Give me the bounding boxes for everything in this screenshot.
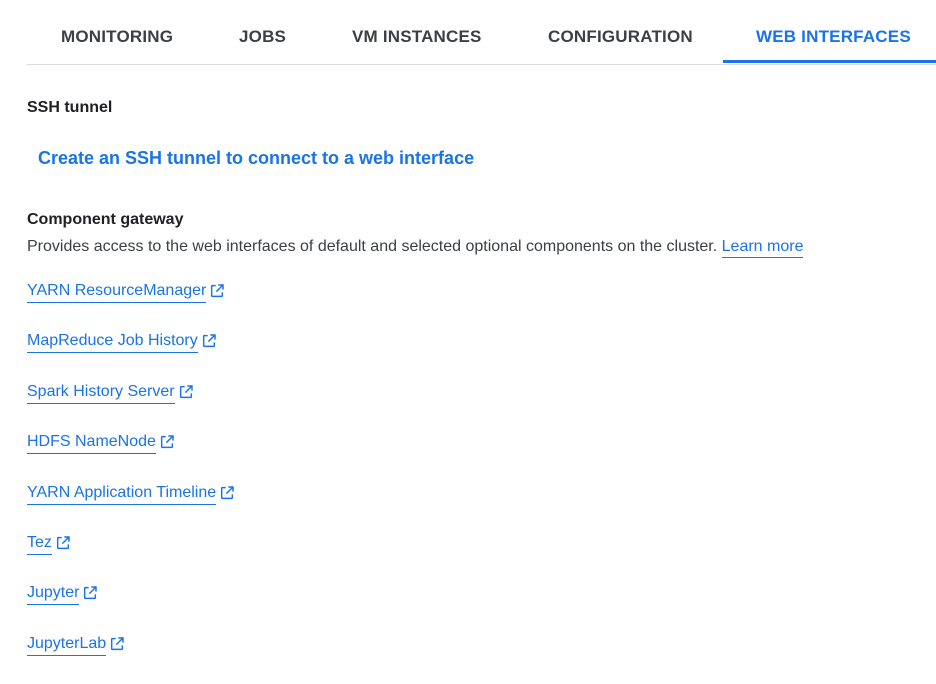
web-interface-link[interactable]: JupyterLab (27, 635, 125, 656)
page: MONITORING JOBS VM INSTANCES CONFIGURATI… (0, 0, 936, 684)
web-interface-link[interactable]: Spark History Server (27, 383, 194, 404)
tab-configuration[interactable]: CONFIGURATION (548, 12, 693, 62)
list-item: MapReduce Job History (27, 332, 235, 382)
web-interface-link[interactable]: YARN Application Timeline (27, 484, 235, 505)
web-interface-link[interactable]: Jupyter (27, 584, 98, 606)
list-item: YARN Application Timeline (27, 484, 235, 534)
tab-vm-instances[interactable]: VM INSTANCES (352, 12, 482, 62)
open-in-new-icon (159, 434, 175, 450)
open-in-new-icon (55, 535, 71, 551)
create-ssh-tunnel-link[interactable]: Create an SSH tunnel to connect to a web… (38, 148, 474, 169)
web-interface-link[interactable]: MapReduce Job History (27, 332, 217, 354)
web-interface-link[interactable]: HDFS NameNode (27, 433, 175, 455)
web-interface-link-label: YARN Application Timeline (27, 484, 217, 505)
open-in-new-icon (109, 636, 125, 652)
web-interface-link-label: HDFS NameNode (27, 433, 156, 455)
description-text: Provides access to the web interfaces of… (27, 238, 722, 255)
list-item: Spark History Server (27, 383, 235, 433)
web-interface-link[interactable]: Tez (27, 534, 71, 555)
active-tab-indicator (723, 60, 936, 63)
tab-jobs[interactable]: JOBS (239, 12, 286, 62)
open-in-new-icon (82, 585, 98, 601)
open-in-new-icon (209, 283, 225, 299)
list-item: Jupyter (27, 584, 235, 634)
tab-web-interfaces[interactable]: WEB INTERFACES (756, 12, 911, 62)
open-in-new-icon (219, 485, 235, 501)
learn-more-link[interactable]: Learn more (721, 238, 804, 258)
list-item: YARN ResourceManager (27, 282, 235, 332)
web-interface-link-label: MapReduce Job History (27, 332, 198, 354)
list-item: JupyterLab (27, 635, 235, 684)
web-interface-links: YARN ResourceManager MapReduce Job Histor… (27, 282, 235, 684)
list-item: HDFS NameNode (27, 433, 235, 483)
web-interface-link[interactable]: YARN ResourceManager (27, 282, 225, 303)
open-in-new-icon (201, 333, 217, 349)
component-gateway-description: Provides access to the web interfaces of… (27, 238, 804, 258)
web-interface-link-label: Jupyter (27, 584, 80, 606)
tab-bar: MONITORING JOBS VM INSTANCES CONFIGURATI… (27, 12, 936, 65)
web-interface-link-label: JupyterLab (27, 635, 107, 656)
tab-monitoring[interactable]: MONITORING (61, 12, 173, 62)
component-gateway-heading: Component gateway (27, 211, 184, 228)
web-interface-link-label: YARN ResourceManager (27, 282, 207, 303)
list-item: Tez (27, 534, 235, 584)
ssh-tunnel-heading: SSH tunnel (27, 99, 113, 116)
web-interface-link-label: Spark History Server (27, 383, 175, 404)
open-in-new-icon (178, 384, 194, 400)
web-interface-link-label: Tez (27, 534, 52, 555)
